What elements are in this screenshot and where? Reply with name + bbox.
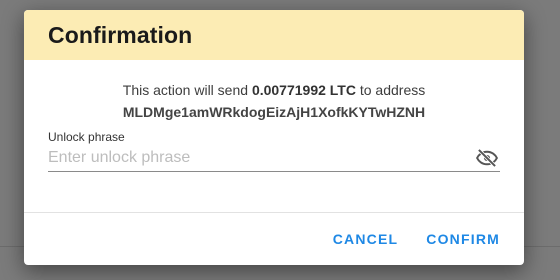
dialog-title: Confirmation [48,21,193,48]
unlock-phrase-field: Unlock phrase [48,130,500,172]
confirm-button[interactable]: CONFIRM [418,228,508,250]
confirmation-dialog: Confirmation This action will send 0.007… [24,10,524,265]
dialog-header: Confirmation [24,10,524,60]
unlock-phrase-input[interactable] [48,146,500,170]
destination-address: MLDMge1amWRkdogEizAjH1XofkKYTwHZNH [122,104,426,120]
send-amount: 0.00771992 LTC [251,82,356,98]
unlock-phrase-label: Unlock phrase [48,130,125,144]
actions-divider [24,212,524,213]
message-prefix: This action will send [122,82,249,98]
message-suffix: to address [359,82,426,98]
dialog-actions: CANCEL CONFIRM [325,228,508,250]
eye-off-icon[interactable] [474,146,500,170]
cancel-button[interactable]: CANCEL [325,228,407,250]
send-message: This action will send 0.00771992 LTC to … [48,80,500,101]
dialog-content: This action will send 0.00771992 LTC to … [24,60,524,172]
unlock-phrase-input-row [48,146,500,172]
